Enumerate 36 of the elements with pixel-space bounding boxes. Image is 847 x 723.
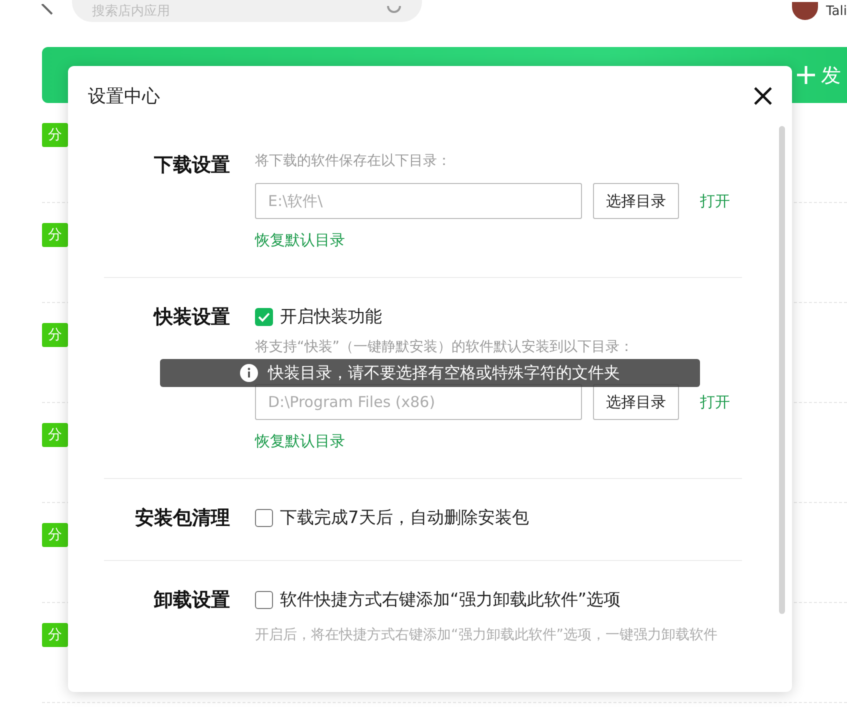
path-field[interactable]: D:\Program Files (x86) — [255, 384, 582, 420]
toast-message: 快装目录，请不要选择有空格或特殊字符的文件夹 — [268, 363, 620, 383]
checkbox-option[interactable]: 开启快装功能 — [255, 302, 742, 332]
scrollbar[interactable] — [779, 126, 785, 614]
banner-action[interactable]: 发 — [821, 62, 841, 88]
info-icon — [240, 364, 258, 382]
restore-default-link[interactable]: 恢复默认目录 — [255, 431, 345, 451]
share-tag[interactable]: 分 — [42, 523, 68, 547]
share-tag[interactable]: 分 — [42, 423, 68, 447]
checkbox[interactable] — [255, 591, 273, 609]
share-tag[interactable]: 分 — [42, 623, 68, 647]
note-text: 开启后，将在快捷方式右键添加“强力卸载此软件”选项，一键强力卸载软件 — [255, 626, 719, 645]
section-label: 快装设置 — [152, 305, 230, 330]
choose-folder-button[interactable]: 选择目录 — [593, 183, 679, 219]
open-link[interactable]: 打开 — [700, 192, 730, 210]
share-tag[interactable]: 分 — [42, 223, 68, 247]
close-button[interactable] — [752, 85, 774, 107]
checkbox[interactable] — [255, 509, 273, 527]
section-label: 安装包清理 — [134, 506, 230, 531]
restore-default-link[interactable]: 恢复默认目录 — [255, 230, 345, 250]
section-label: 下载设置 — [153, 153, 230, 178]
path-field[interactable]: E:\软件\ — [255, 183, 582, 219]
share-tag[interactable]: 分 — [42, 123, 68, 147]
share-tag[interactable]: 分 — [42, 323, 68, 347]
section-label: 卸载设置 — [152, 588, 230, 613]
checkbox-option[interactable]: 软件快捷方式右键添加“强力卸载此软件”选项 — [255, 585, 742, 615]
avatar[interactable] — [792, 2, 818, 20]
checkbox-option[interactable]: 下载完成7天后，自动删除安装包 — [255, 503, 742, 533]
checkbox[interactable] — [255, 308, 273, 326]
open-link[interactable]: 打开 — [700, 392, 730, 412]
plus-icon[interactable] — [797, 66, 815, 84]
hint-text: 将下载的软件保存在以下目录： — [255, 152, 452, 171]
hint-text: 将支持“快装”（一键静默安装）的软件默认安装到以下目录： — [255, 338, 635, 357]
user-name[interactable]: Tali — [826, 4, 847, 18]
choose-folder-button[interactable]: 选择目录 — [593, 384, 679, 420]
dialog-title: 设置中心 — [88, 85, 160, 108]
